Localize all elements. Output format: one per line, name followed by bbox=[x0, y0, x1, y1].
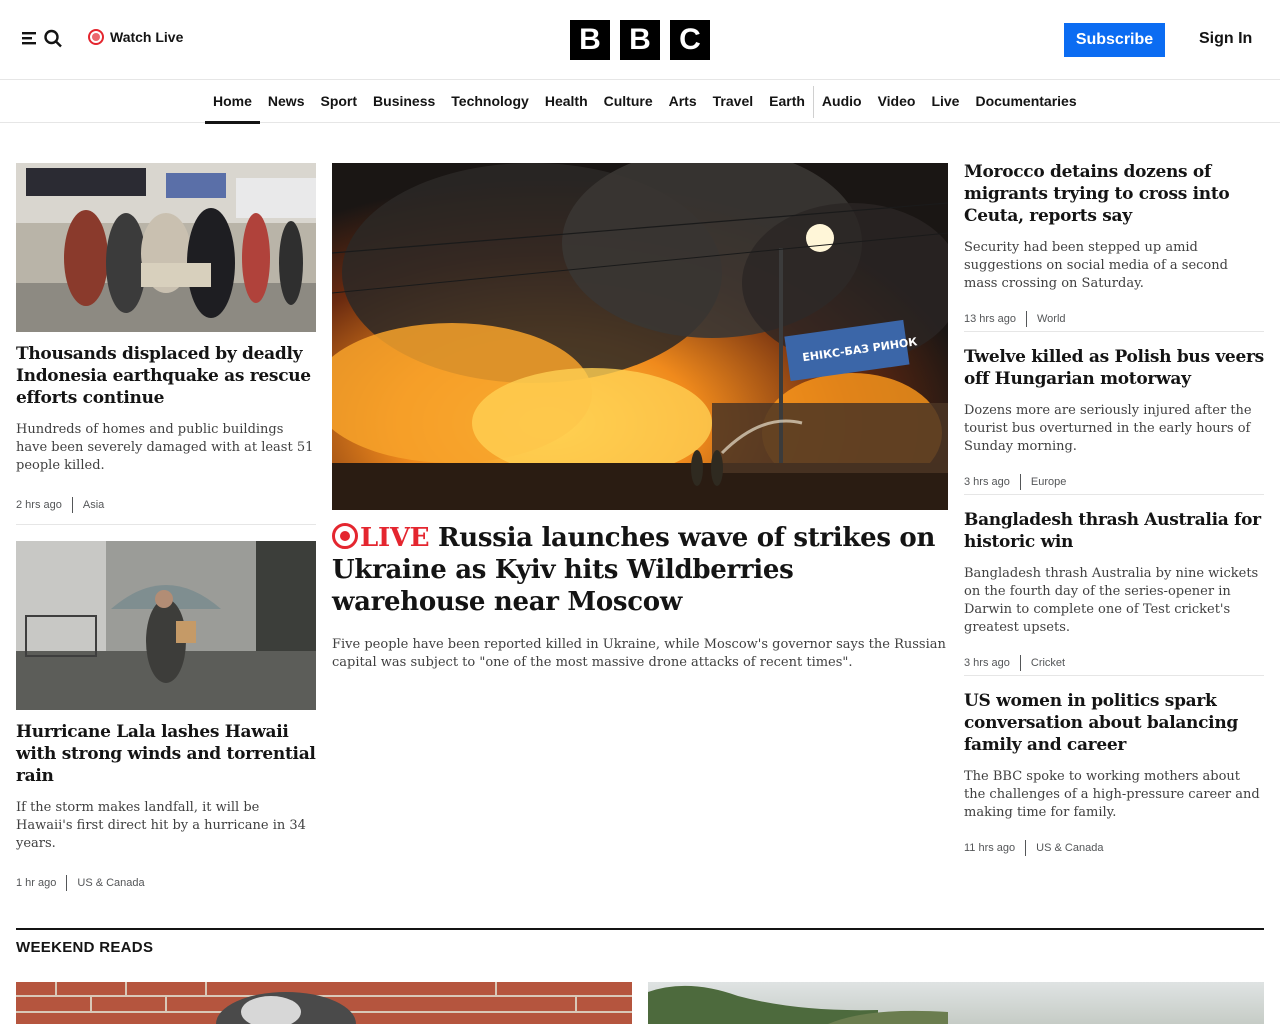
story-card-bangladesh[interactable]: Bangladesh thrash Australia for historic… bbox=[964, 509, 1264, 671]
logo-letter: B bbox=[620, 20, 660, 60]
story-image-hurricane-rain bbox=[16, 541, 316, 710]
nav-item-technology[interactable]: Technology bbox=[443, 80, 537, 123]
story-category[interactable]: US & Canada bbox=[1036, 842, 1103, 854]
story-timestamp: 2 hrs ago bbox=[16, 499, 62, 511]
story-timestamp: 11 hrs ago bbox=[964, 842, 1016, 854]
story-summary: Security had been stepped up amid sugges… bbox=[964, 240, 1228, 291]
story-category[interactable]: World bbox=[1037, 313, 1066, 325]
story-headline[interactable]: Morocco detains dozens of migrants tryin… bbox=[964, 161, 1264, 227]
nav-items: Home News Sport Business Technology Heal… bbox=[205, 80, 1085, 124]
story-card-morocco[interactable]: Morocco detains dozens of migrants tryin… bbox=[964, 161, 1264, 327]
nav-item-sport[interactable]: Sport bbox=[312, 80, 365, 123]
meta-divider bbox=[1019, 474, 1021, 490]
nav-item-documentaries[interactable]: Documentaries bbox=[967, 80, 1084, 123]
site-header: Watch Live B B C Subscribe Sign In bbox=[0, 0, 1280, 80]
nav-item-audio[interactable]: Audio bbox=[814, 80, 870, 123]
story-summary: The BBC spoke to working mothers about t… bbox=[964, 769, 1260, 820]
logo-letter: B bbox=[570, 20, 610, 60]
story-divider bbox=[964, 331, 1264, 332]
story-meta: 1 hr ago US & Canada bbox=[16, 875, 316, 891]
section-rule bbox=[16, 928, 1264, 930]
story-summary: If the storm makes landfall, it will be … bbox=[16, 800, 306, 851]
weekend-story-image-brick-wall[interactable] bbox=[16, 982, 632, 1024]
story-timestamp: 1 hr ago bbox=[16, 877, 57, 889]
story-timestamp: 13 hrs ago bbox=[964, 313, 1016, 325]
story-summary: Hundreds of homes and public buildings h… bbox=[16, 422, 314, 473]
story-summary: Dozens more are seriously injured after … bbox=[964, 403, 1252, 454]
bbc-logo[interactable]: B B C bbox=[570, 20, 710, 60]
meta-divider bbox=[66, 875, 68, 891]
section-title-weekend-reads[interactable]: WEEKEND READS bbox=[16, 939, 153, 956]
story-headline[interactable]: Hurricane Lala lashes Hawaii with strong… bbox=[16, 721, 316, 787]
nav-item-business[interactable]: Business bbox=[365, 80, 443, 123]
story-card-us-women[interactable]: US women in politics spark conversation … bbox=[964, 690, 1264, 856]
story-category[interactable]: Asia bbox=[83, 499, 104, 511]
meta-divider bbox=[1025, 840, 1027, 856]
main-story-card[interactable]: ЕНІКС-БАЗ РИНОК LIVE Russia launches wav… bbox=[332, 163, 948, 672]
story-meta: 13 hrs ago World bbox=[964, 311, 1264, 327]
menu-search-button[interactable] bbox=[20, 28, 63, 48]
menu-icon bbox=[22, 32, 36, 45]
search-icon bbox=[44, 29, 62, 48]
story-meta: 11 hrs ago US & Canada bbox=[964, 840, 1264, 856]
story-headline[interactable]: Thousands displaced by deadly Indonesia … bbox=[16, 343, 316, 409]
main-story-image-fire: ЕНІКС-БАЗ РИНОК bbox=[332, 163, 948, 510]
story-divider bbox=[964, 675, 1264, 676]
live-indicator-icon bbox=[88, 29, 104, 45]
story-image-earthquake-rescue bbox=[16, 163, 316, 332]
story-timestamp: 3 hrs ago bbox=[964, 657, 1010, 669]
nav-item-culture[interactable]: Culture bbox=[596, 80, 661, 123]
nav-item-live[interactable]: Live bbox=[923, 80, 967, 123]
meta-divider bbox=[71, 497, 73, 513]
main-nav: Home News Sport Business Technology Heal… bbox=[0, 80, 1280, 124]
main-story-headline[interactable]: LIVE Russia launches wave of strikes on … bbox=[332, 522, 948, 618]
watch-live-link[interactable]: Watch Live bbox=[88, 29, 183, 45]
weekend-story-image-coastal-hills[interactable] bbox=[648, 982, 1264, 1024]
nav-item-video[interactable]: Video bbox=[870, 80, 924, 123]
live-icon bbox=[332, 523, 358, 549]
story-category[interactable]: Europe bbox=[1031, 476, 1066, 488]
story-summary: Bangladesh thrash Australia by nine wick… bbox=[964, 566, 1259, 635]
nav-item-earth[interactable]: Earth bbox=[761, 80, 813, 123]
story-meta: 3 hrs ago Cricket bbox=[964, 655, 1264, 671]
story-card-indonesia[interactable]: Thousands displaced by deadly Indonesia … bbox=[16, 163, 316, 513]
story-headline[interactable]: Bangladesh thrash Australia for historic… bbox=[964, 509, 1264, 553]
meta-divider bbox=[1019, 655, 1021, 671]
nav-item-health[interactable]: Health bbox=[537, 80, 596, 123]
nav-item-arts[interactable]: Arts bbox=[661, 80, 705, 123]
story-headline[interactable]: Twelve killed as Polish bus veers off Hu… bbox=[964, 346, 1264, 390]
story-card-hurricane[interactable]: Hurricane Lala lashes Hawaii with strong… bbox=[16, 541, 316, 891]
nav-item-news[interactable]: News bbox=[260, 80, 313, 123]
story-category[interactable]: US & Canada bbox=[77, 877, 144, 889]
story-meta: 2 hrs ago Asia bbox=[16, 497, 316, 513]
story-meta: 3 hrs ago Europe bbox=[964, 474, 1264, 490]
story-divider bbox=[16, 524, 316, 525]
story-timestamp: 3 hrs ago bbox=[964, 476, 1010, 488]
logo-letter: C bbox=[670, 20, 710, 60]
meta-divider bbox=[1025, 311, 1027, 327]
story-divider bbox=[964, 494, 1264, 495]
nav-item-home[interactable]: Home bbox=[205, 80, 260, 124]
subscribe-button[interactable]: Subscribe bbox=[1064, 23, 1165, 57]
story-card-polish-bus[interactable]: Twelve killed as Polish bus veers off Hu… bbox=[964, 346, 1264, 490]
story-headline[interactable]: US women in politics spark conversation … bbox=[964, 690, 1264, 756]
nav-item-travel[interactable]: Travel bbox=[705, 80, 761, 123]
story-category[interactable]: Cricket bbox=[1031, 657, 1065, 669]
sign-in-link[interactable]: Sign In bbox=[1199, 30, 1252, 48]
watch-live-label: Watch Live bbox=[110, 29, 184, 45]
live-label: LIVE bbox=[360, 523, 430, 553]
main-story-summary: Five people have been reported killed in… bbox=[332, 637, 946, 670]
